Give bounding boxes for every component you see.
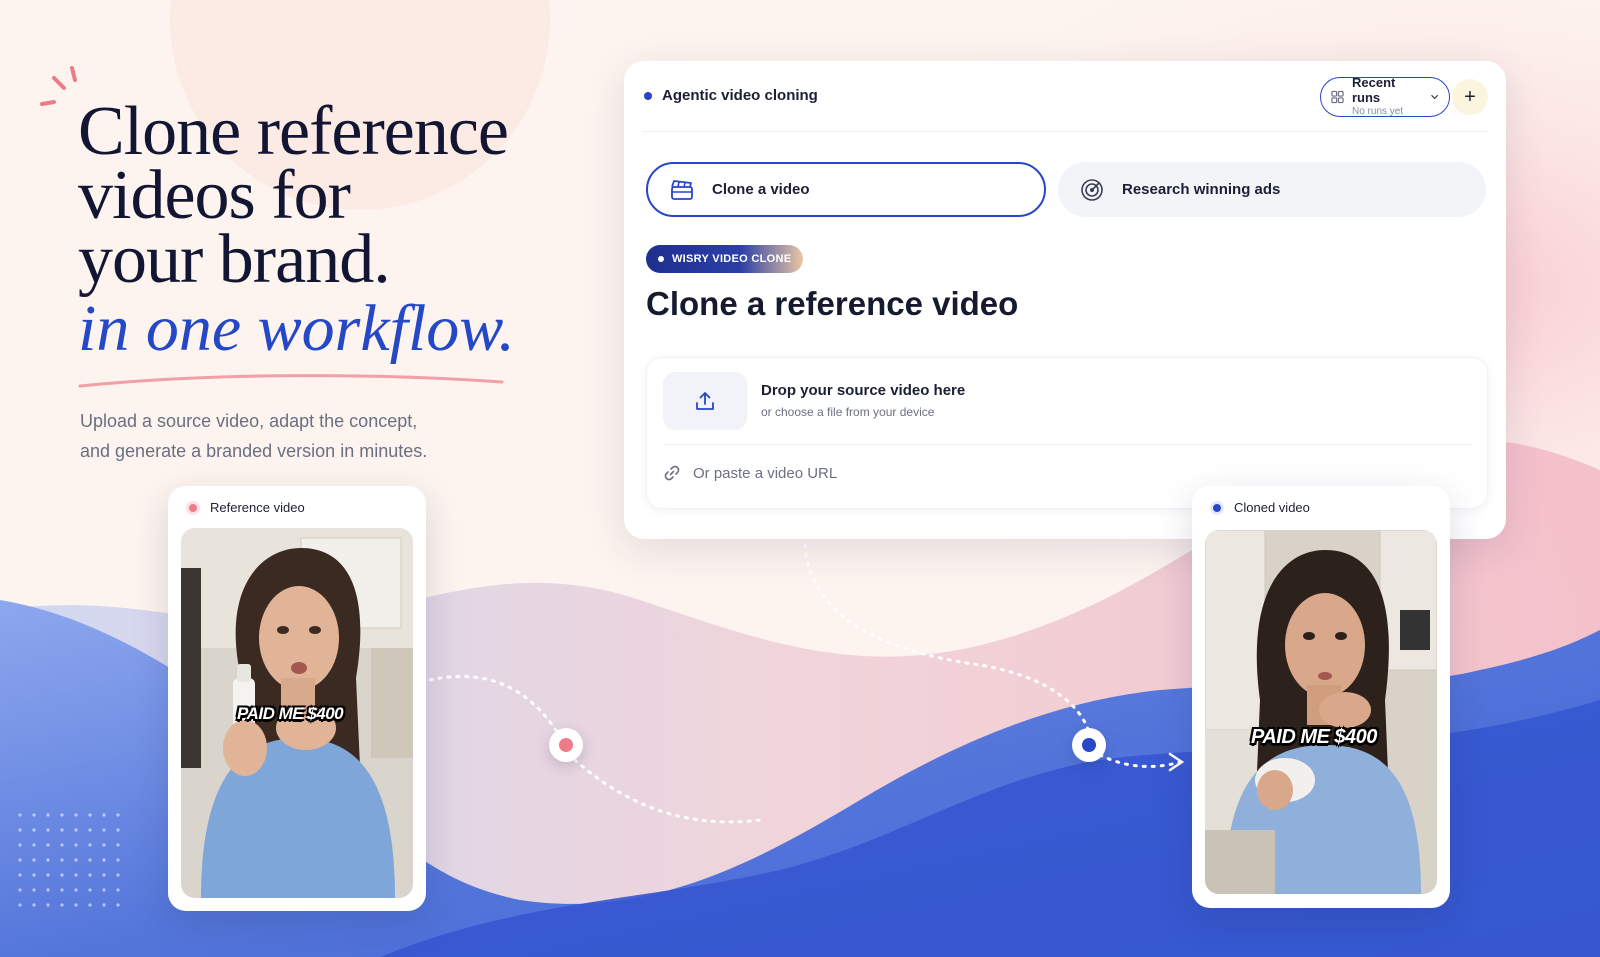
reference-video-player[interactable]: PAID ME $400 <box>181 528 413 898</box>
clapperboard-icon <box>671 179 693 200</box>
reference-video-label: Reference video <box>210 500 305 515</box>
reference-caption: PAID ME $400 <box>237 704 344 723</box>
hero-subtitle-line-2: and generate a branded version in minute… <box>80 441 428 461</box>
hero-heading: Clone reference videos for your brand. i… <box>78 93 515 366</box>
hero-line-3: your brand. <box>78 221 391 298</box>
recent-runs-button[interactable]: Recent runs No runs yet <box>1320 75 1450 119</box>
cloned-video-card: Cloned video PAID ME $400 <box>1192 486 1450 908</box>
section-heading: Clone a reference video <box>646 285 1019 322</box>
radar-icon <box>1081 178 1103 201</box>
paste-url-field[interactable]: Or paste a video URL <box>663 464 837 482</box>
chevron-down-icon <box>1430 95 1438 100</box>
dropzone-divider <box>663 444 1471 445</box>
hero-accent: in one workflow. <box>78 292 515 365</box>
hero-subtitle-line-1: Upload a source video, adapt the concept… <box>80 411 418 431</box>
tab-research-ads-label: Research winning ads <box>1122 181 1281 198</box>
cloned-video-frame <box>1205 530 1437 894</box>
recent-runs-sublabel: No runs yet <box>1351 106 1404 117</box>
link-icon <box>664 465 680 481</box>
cloned-caption: PAID ME $400 <box>1251 726 1377 748</box>
badge-label: WISRY VIDEO CLONE <box>672 253 792 265</box>
cloned-video-label: Cloned video <box>1234 500 1310 515</box>
product-badge: WISRY VIDEO CLONE <box>646 245 804 273</box>
status-dot-icon <box>644 91 652 100</box>
cloned-video-header: Cloned video <box>1210 500 1310 515</box>
upload-icon <box>696 392 714 410</box>
cloned-dot-icon <box>1210 500 1224 515</box>
dropzone-subtitle[interactable]: or choose a file from your device <box>761 405 934 419</box>
dropzone-title: Drop your source video here <box>761 382 966 399</box>
grid-icon <box>1331 90 1344 104</box>
card-title: Agentic video cloning <box>662 87 818 104</box>
recent-runs-text: Recent runs No runs yet <box>1352 75 1422 119</box>
reference-connector-node <box>549 728 583 762</box>
badge-dot-icon <box>658 256 664 262</box>
tab-research-ads[interactable]: Research winning ads <box>1058 162 1486 217</box>
reference-video-card: Reference video PAID ME $400 <box>168 486 426 911</box>
card-header: Agentic video cloning <box>644 87 818 104</box>
reference-dot-icon <box>186 500 200 515</box>
paste-url-label: Or paste a video URL <box>693 464 838 482</box>
upload-button[interactable] <box>663 372 747 430</box>
header-divider <box>642 131 1488 132</box>
recent-runs-label: Recent runs <box>1351 75 1396 105</box>
hero-line-2: videos for <box>78 157 351 234</box>
hero-subtitle: Upload a source video, adapt the concept… <box>80 406 480 466</box>
tab-clone-video[interactable]: Clone a video <box>646 162 1046 217</box>
cloned-connector-node <box>1072 728 1106 762</box>
video-cloning-card: Agentic video cloning Recent runs No run… <box>624 61 1506 539</box>
tab-clone-video-label: Clone a video <box>712 181 810 198</box>
reference-video-header: Reference video <box>186 500 305 515</box>
hero-line-1: Clone reference <box>78 93 509 170</box>
cloned-video-player[interactable]: PAID ME $400 <box>1205 530 1437 894</box>
add-button[interactable]: + <box>1452 79 1488 115</box>
